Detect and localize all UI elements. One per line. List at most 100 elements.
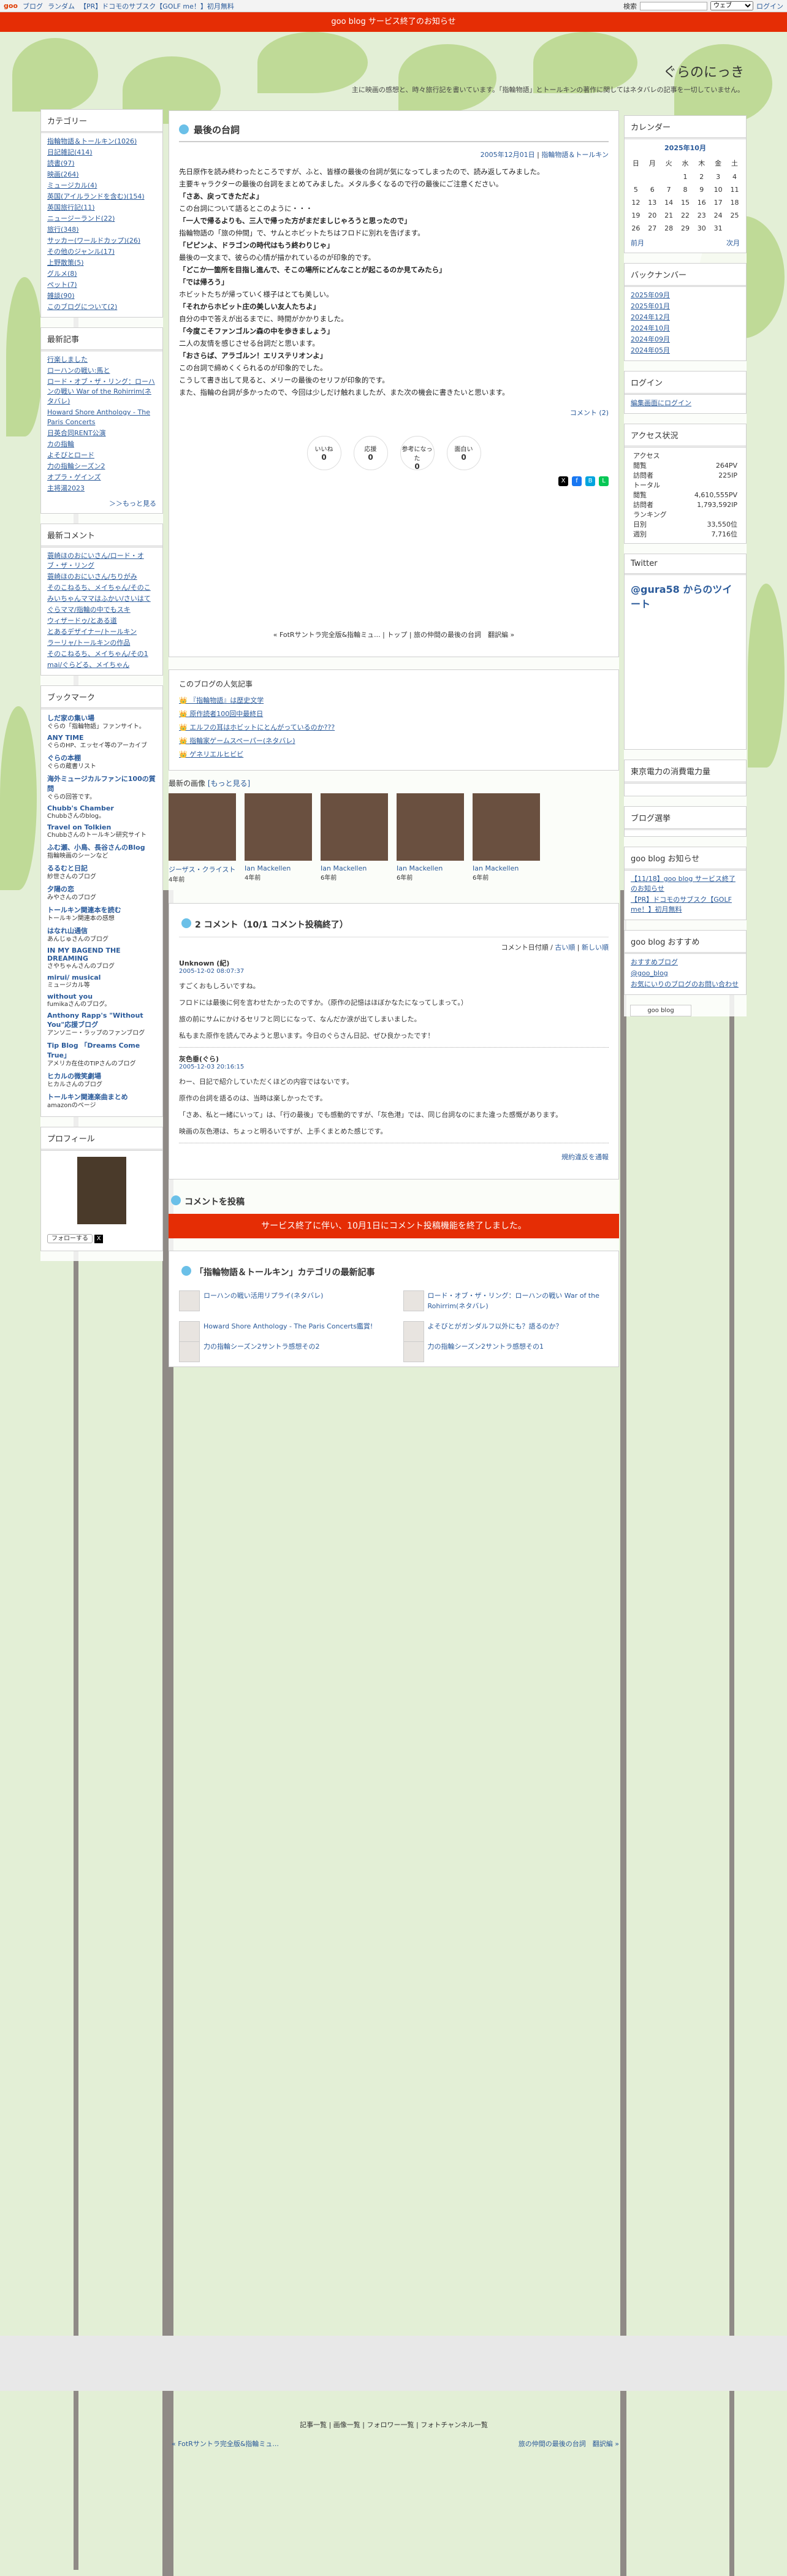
reaction-button[interactable]: 参考になった 0 xyxy=(400,436,435,471)
report-link[interactable]: 規約違反を通報 xyxy=(561,1153,609,1161)
entry-title[interactable]: 最後の台詞 xyxy=(179,120,609,142)
backnumber-link[interactable]: 2024年05月 xyxy=(631,346,740,356)
search-input[interactable] xyxy=(640,1,707,10)
thumbnail[interactable]: Ian Mackellen 6年前 xyxy=(397,793,464,883)
recent-post-link[interactable]: 行楽しました xyxy=(47,355,156,365)
recent-comment-link[interactable]: ラーリャ/トールキンの作品 xyxy=(47,638,156,648)
popular-article-link[interactable]: 👑 原作読者100回中最終日 xyxy=(179,707,609,721)
thumbnail[interactable]: Ian Mackellen 6年前 xyxy=(473,793,540,883)
bookmark-link[interactable]: Anthony Rapp's "Without You"応援ブログ xyxy=(47,1012,156,1029)
reaction-button[interactable]: 応援 0 xyxy=(353,436,388,470)
comments-sort-old[interactable]: 古い順 xyxy=(555,943,575,951)
search-scope-select[interactable]: ウェブ xyxy=(710,1,753,10)
recent-post-link[interactable]: 日英合同RENT公演 xyxy=(47,429,156,438)
entry-category[interactable]: 指輪物語＆トールキン xyxy=(541,151,609,159)
recent-comment-link[interactable]: とあるデザイナー/トールキン xyxy=(47,627,156,637)
latest-images-more[interactable]: [もっと見る] xyxy=(208,779,250,788)
popular-article-link[interactable]: 👑 エルフの耳はホビットにとんがっているのか??? xyxy=(179,721,609,734)
goo-info-link[interactable]: 【PR】ドコモのサブスク【GOLF me！】初月無料 xyxy=(631,895,740,915)
recent-post-link[interactable]: 力の指輪シーズン2 xyxy=(47,462,156,471)
thumbnail-image[interactable] xyxy=(473,793,540,861)
category-latest-link[interactable]: Howard Shore Anthology - The Paris Conce… xyxy=(179,1321,385,1342)
blog-title[interactable]: ぐらのにっき xyxy=(663,61,744,81)
comments-count-link[interactable]: コメント (2) xyxy=(570,409,609,417)
reaction-button[interactable]: 面白い 0 xyxy=(446,436,481,470)
category-link[interactable]: その他のジャンル(17) xyxy=(47,247,156,257)
thumbnail-image[interactable] xyxy=(397,793,464,861)
category-latest-link[interactable]: 力の指輪シーズン2サントラ感想その2 xyxy=(179,1341,385,1362)
category-latest-link[interactable]: 力の指輪シーズン2サントラ感想その1 xyxy=(403,1341,609,1362)
footer-next-link[interactable]: 旅の仲間の最後の台詞 翻訳編 » xyxy=(519,2439,619,2448)
backnumber-link[interactable]: 2025年09月 xyxy=(631,291,740,300)
thumbnail-image[interactable] xyxy=(169,793,236,861)
category-link[interactable]: サッカー(ワールドカップ)(26) xyxy=(47,236,156,246)
x-icon[interactable]: X xyxy=(94,1235,104,1243)
bookmark-link[interactable]: ふむ瀬、小鳥、長谷さんのBlog xyxy=(47,842,156,852)
category-link[interactable]: 日記雑記(414) xyxy=(47,148,156,158)
bookmark-link[interactable]: Tip Blog 「Dreams Come True」 xyxy=(47,1040,156,1060)
hatena-share-icon[interactable]: B xyxy=(585,476,595,486)
topbar-link-pr[interactable]: 【PR】ドコモのサブスク【GOLF me！】初月無料 xyxy=(80,1,234,11)
thumbnail-title[interactable]: ジーザス・クライスト xyxy=(169,864,236,874)
bookmark-link[interactable]: IN MY BAGEND THE DREAMING xyxy=(47,947,156,962)
recent-comment-link[interactable]: そのこねるち、メイちゃん/その1 xyxy=(47,649,156,659)
thumbnail[interactable]: Ian Mackellen 6年前 xyxy=(321,793,388,883)
recent-post-link[interactable]: ローハンの戦い:馬と xyxy=(47,366,156,376)
thumbnail-image[interactable] xyxy=(321,793,388,861)
twitter-timeline-link[interactable]: @gura58 からのツイート xyxy=(625,575,746,617)
category-link[interactable]: ペット(7) xyxy=(47,280,156,290)
recent-comment-link[interactable]: そのこねるち、メイちゃん/そのこ xyxy=(47,583,156,593)
line-share-icon[interactable]: L xyxy=(599,476,609,486)
goo-rec-link[interactable]: @goo_blog xyxy=(631,969,740,978)
recent-post-link[interactable]: ロード・オブ・ザ・リング：ローハンの戦い War of the Rohirrim… xyxy=(47,377,156,406)
x-share-icon[interactable]: X xyxy=(558,476,568,486)
category-link[interactable]: ニュージーランド(22) xyxy=(47,214,156,224)
bookmark-link[interactable]: はなれ山通信 xyxy=(47,926,156,936)
entry-navigation[interactable]: « FotRサントラ完全版&指輪ミュ... | トップ | 旅の仲間の最後の台詞… xyxy=(179,621,609,648)
recent-comment-link[interactable]: ウィザードゥ/とある道 xyxy=(47,616,156,626)
goo-info-link[interactable]: 【11/18】goo blog サービス終了のお知らせ xyxy=(631,874,740,894)
category-link[interactable]: グルメ(8) xyxy=(47,269,156,279)
backnumber-link[interactable]: 2024年12月 xyxy=(631,313,740,322)
thumbnail-title[interactable]: Ian Mackellen xyxy=(321,864,388,872)
footer-prev-link[interactable]: « FotRサントラ完全版&指輪ミュ... xyxy=(172,2439,279,2448)
topbar-link-blog[interactable]: ブログ xyxy=(23,1,43,11)
edit-login-link[interactable]: 編集画面にログイン xyxy=(631,398,740,408)
backnumber-link[interactable]: 2024年10月 xyxy=(631,324,740,333)
bookmark-link[interactable]: ヒカルの微笑劇場 xyxy=(47,1071,156,1081)
category-link[interactable]: 英国旅行記(11) xyxy=(47,203,156,213)
goo-logo[interactable]: goo xyxy=(4,2,18,10)
backnumber-link[interactable]: 2025年01月 xyxy=(631,302,740,311)
recent-post-link[interactable]: オプラ・ゲインズ xyxy=(47,473,156,482)
category-link[interactable]: 映画(264) xyxy=(47,170,156,180)
bookmark-link[interactable]: るるむと日記 xyxy=(47,863,156,873)
bookmark-link[interactable]: Travel on Tolkien xyxy=(47,823,156,831)
thumbnail-image[interactable] xyxy=(245,793,312,861)
thumbnail[interactable]: ジーザス・クライスト 4年前 xyxy=(169,793,236,883)
bookmark-link[interactable]: Chubb's Chamber xyxy=(47,804,156,812)
popular-article-link[interactable]: 👑 指輪家ゲームスペーパー(ネタバレ) xyxy=(179,734,609,748)
popular-article-link[interactable]: 👑 『指輪物語』は歴史文学 xyxy=(179,694,609,707)
calendar-next-link[interactable]: 次月 xyxy=(726,238,740,248)
category-link[interactable]: 旅行(348) xyxy=(47,225,156,235)
thumbnail[interactable]: Ian Mackellen 4年前 xyxy=(245,793,312,883)
bookmark-link[interactable]: しだ家の集い場 xyxy=(47,713,156,723)
recent-post-link[interactable]: Howard Shore Anthology - The Paris Conce… xyxy=(47,408,156,427)
login-link[interactable]: ログイン xyxy=(756,1,783,11)
goo-blog-badge[interactable]: goo blog xyxy=(630,1005,691,1016)
topbar-link-random[interactable]: ランダム xyxy=(48,1,75,11)
category-link[interactable]: 雑談(90) xyxy=(47,291,156,301)
category-link[interactable]: ミュージカル(4) xyxy=(47,181,156,191)
recent-post-link[interactable]: よそびとロード xyxy=(47,451,156,460)
entry-date[interactable]: 2005年12月01日 xyxy=(481,151,535,159)
bookmark-link[interactable]: トールキン関連本を読む xyxy=(47,905,156,915)
recent-post-link[interactable]: 主将湯2023 xyxy=(47,484,156,493)
popular-article-link[interactable]: 👑 ゲネリエルヒビビ xyxy=(179,748,609,761)
category-latest-link[interactable]: ローハンの戦い活用リプライ(ネタバレ) xyxy=(179,1290,385,1311)
comments-sort-new[interactable]: 新しい順 xyxy=(582,943,609,951)
category-latest-link[interactable]: よそびとがガンダルフ以外にも？語るのか？ xyxy=(403,1321,609,1342)
thumbnail-title[interactable]: Ian Mackellen xyxy=(245,864,312,872)
facebook-share-icon[interactable]: f xyxy=(572,476,582,486)
recent-more-link[interactable]: ＞＞もっと見る xyxy=(109,500,156,508)
calendar-prev-link[interactable]: 前月 xyxy=(631,238,644,248)
